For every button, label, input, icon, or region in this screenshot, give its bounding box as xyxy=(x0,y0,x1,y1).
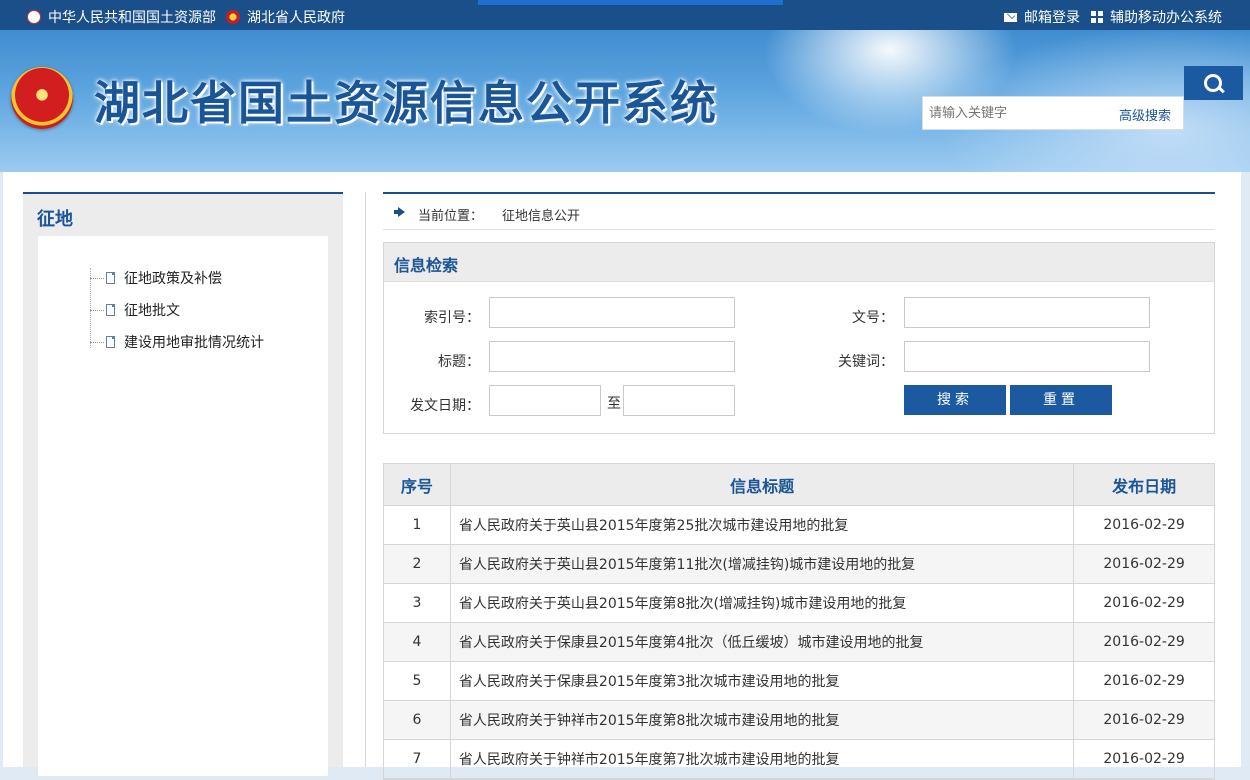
keyword-field[interactable] xyxy=(904,341,1150,372)
tree-item-label: 建设用地审批情况统计 xyxy=(124,335,264,351)
mail-icon xyxy=(1004,12,1017,22)
date-label: 发文日期： xyxy=(410,398,480,414)
header-search-box: 高级搜索 xyxy=(922,96,1184,130)
row-title-link[interactable]: 省人民政府关于英山县2015年度第11批次(增减挂钩)城市建设用地的批复 xyxy=(451,545,1075,583)
sidebar-tree-panel: 征地政策及补偿 征地批文 建设用地审批情况统计 xyxy=(38,236,328,776)
table-row: 5 省人民政府关于保康县2015年度第3批次城市建设用地的批复 2016-02-… xyxy=(384,662,1214,701)
tree-item-policy[interactable]: 征地政策及补偿 xyxy=(90,262,264,294)
column-divider xyxy=(365,192,366,767)
row-no: 2 xyxy=(384,545,451,583)
row-date: 2016-02-29 xyxy=(1103,556,1185,572)
row-title-link[interactable]: 省人民政府关于保康县2015年度第3批次城市建设用地的批复 xyxy=(451,662,1075,700)
reset-button[interactable]: 重置 xyxy=(1010,385,1112,415)
header-title: 信息标题 xyxy=(451,464,1075,505)
mobile-office-label: 辅助移动办公系统 xyxy=(1110,10,1222,26)
mail-login-link[interactable]: 邮箱登录 xyxy=(1004,7,1080,27)
top-bar: 中华人民共和国国土资源部 湖北省人民政府 邮箱登录 辅助移动办公系统 xyxy=(0,0,1250,30)
tree-item-label: 征地政策及补偿 xyxy=(124,271,222,287)
table-header: 序号 信息标题 发布日期 xyxy=(384,464,1214,506)
row-no: 1 xyxy=(384,506,451,544)
row-no: 6 xyxy=(384,701,451,739)
row-no: 4 xyxy=(384,623,451,661)
header-banner: 湖北省国土资源信息公开系统 高级搜索 xyxy=(0,30,1250,172)
search-button[interactable] xyxy=(1184,66,1243,100)
search-input[interactable] xyxy=(923,97,1125,129)
row-date: 2016-02-29 xyxy=(1103,712,1185,728)
index-label: 索引号： xyxy=(424,310,480,326)
row-no: 5 xyxy=(384,662,451,700)
mlr-logo-icon xyxy=(27,10,41,24)
row-no: 3 xyxy=(384,584,451,622)
row-title-link[interactable]: 省人民政府关于钟祥市2015年度第7批次城市建设用地的批复 xyxy=(451,740,1075,778)
search-panel-header: 信息检索 xyxy=(384,243,1214,282)
tree-item-statistics[interactable]: 建设用地审批情况统计 xyxy=(90,326,264,358)
row-title-link[interactable]: 省人民政府关于钟祥市2015年度第8批次城市建设用地的批复 xyxy=(451,701,1075,739)
date-from-field[interactable] xyxy=(489,385,601,416)
header-no: 序号 xyxy=(384,464,451,505)
national-emblem-icon xyxy=(226,10,240,24)
row-title-link[interactable]: 省人民政府关于英山县2015年度第8批次(增减挂钩)城市建设用地的批复 xyxy=(451,584,1075,622)
table-row: 7 省人民政府关于钟祥市2015年度第7批次城市建设用地的批复 2016-02-… xyxy=(384,740,1214,779)
tree-item-approval[interactable]: 征地批文 xyxy=(90,294,264,326)
sidebar: 征地 征地政策及补偿 征地批文 建设用地审批情况统计 xyxy=(23,192,343,776)
keyword-label: 关键词： xyxy=(838,354,894,370)
doc-no-label: 文号： xyxy=(852,310,894,326)
date-to-label: 至 xyxy=(607,396,621,412)
content-area: 征地 征地政策及补偿 征地批文 建设用地审批情况统计 当前位置： 征地信息公开 … xyxy=(3,172,1241,780)
link-mlr[interactable]: 中华人民共和国国土资源部 xyxy=(27,7,216,27)
row-no: 7 xyxy=(384,740,451,778)
search-panel-title: 信息检索 xyxy=(394,256,459,275)
title-label: 标题： xyxy=(438,354,480,370)
table-row: 2 省人民政府关于英山县2015年度第11批次(增减挂钩)城市建设用地的批复 2… xyxy=(384,545,1214,584)
top-accent-strip xyxy=(478,0,783,5)
document-icon xyxy=(106,336,115,348)
document-icon xyxy=(106,304,115,316)
link-hubei-gov[interactable]: 湖北省人民政府 xyxy=(226,7,345,27)
table-body: 1 省人民政府关于英山县2015年度第25批次城市建设用地的批复 2016-02… xyxy=(384,506,1214,779)
table-row: 6 省人民政府关于钟祥市2015年度第8批次城市建设用地的批复 2016-02-… xyxy=(384,701,1214,740)
index-field[interactable] xyxy=(489,297,735,328)
header-date: 发布日期 xyxy=(1112,476,1177,496)
link-mlr-label: 中华人民共和国国土资源部 xyxy=(48,10,216,26)
national-emblem-logo xyxy=(11,67,73,129)
advanced-search-link[interactable]: 高级搜索 xyxy=(1119,105,1171,124)
title-field[interactable] xyxy=(489,341,735,372)
tree-item-label: 征地批文 xyxy=(124,303,180,319)
grid-icon xyxy=(1091,11,1103,23)
date-to-field[interactable] xyxy=(623,385,735,416)
row-title-link[interactable]: 省人民政府关于英山县2015年度第25批次城市建设用地的批复 xyxy=(451,506,1075,544)
arrow-right-icon xyxy=(394,207,405,217)
site-title: 湖北省国土资源信息公开系统 xyxy=(94,76,718,130)
link-hubei-gov-label: 湖北省人民政府 xyxy=(247,10,345,26)
breadcrumb-label: 当前位置： xyxy=(418,209,484,224)
document-icon xyxy=(106,272,115,284)
table-row: 3 省人民政府关于英山县2015年度第8批次(增减挂钩)城市建设用地的批复 20… xyxy=(384,584,1214,623)
table-row: 1 省人民政府关于英山县2015年度第25批次城市建设用地的批复 2016-02… xyxy=(384,506,1214,545)
row-date: 2016-02-29 xyxy=(1103,673,1185,689)
category-tree: 征地政策及补偿 征地批文 建设用地审批情况统计 xyxy=(90,262,264,358)
row-date: 2016-02-29 xyxy=(1103,595,1185,611)
breadcrumb: 当前位置： 征地信息公开 xyxy=(383,192,1215,230)
info-search-panel: 信息检索 索引号： 文号： 标题： 关键词： 发文日期： 至 搜索 重置 xyxy=(383,242,1215,434)
mobile-office-link[interactable]: 辅助移动办公系统 xyxy=(1091,7,1222,27)
row-date: 2016-02-29 xyxy=(1103,634,1185,650)
row-title-link[interactable]: 省人民政府关于保康县2015年度第4批次（低丘缓坡）城市建设用地的批复 xyxy=(451,623,1075,661)
results-table: 序号 信息标题 发布日期 1 省人民政府关于英山县2015年度第25批次城市建设… xyxy=(383,463,1215,780)
sidebar-title: 征地 xyxy=(37,209,73,230)
breadcrumb-current[interactable]: 征地信息公开 xyxy=(502,205,580,224)
row-date: 2016-02-29 xyxy=(1103,751,1185,767)
doc-no-field[interactable] xyxy=(904,297,1150,328)
search-submit-button[interactable]: 搜索 xyxy=(904,385,1006,415)
table-row: 4 省人民政府关于保康县2015年度第4批次（低丘缓坡）城市建设用地的批复 20… xyxy=(384,623,1214,662)
mail-login-label: 邮箱登录 xyxy=(1024,10,1080,26)
row-date: 2016-02-29 xyxy=(1103,517,1185,533)
